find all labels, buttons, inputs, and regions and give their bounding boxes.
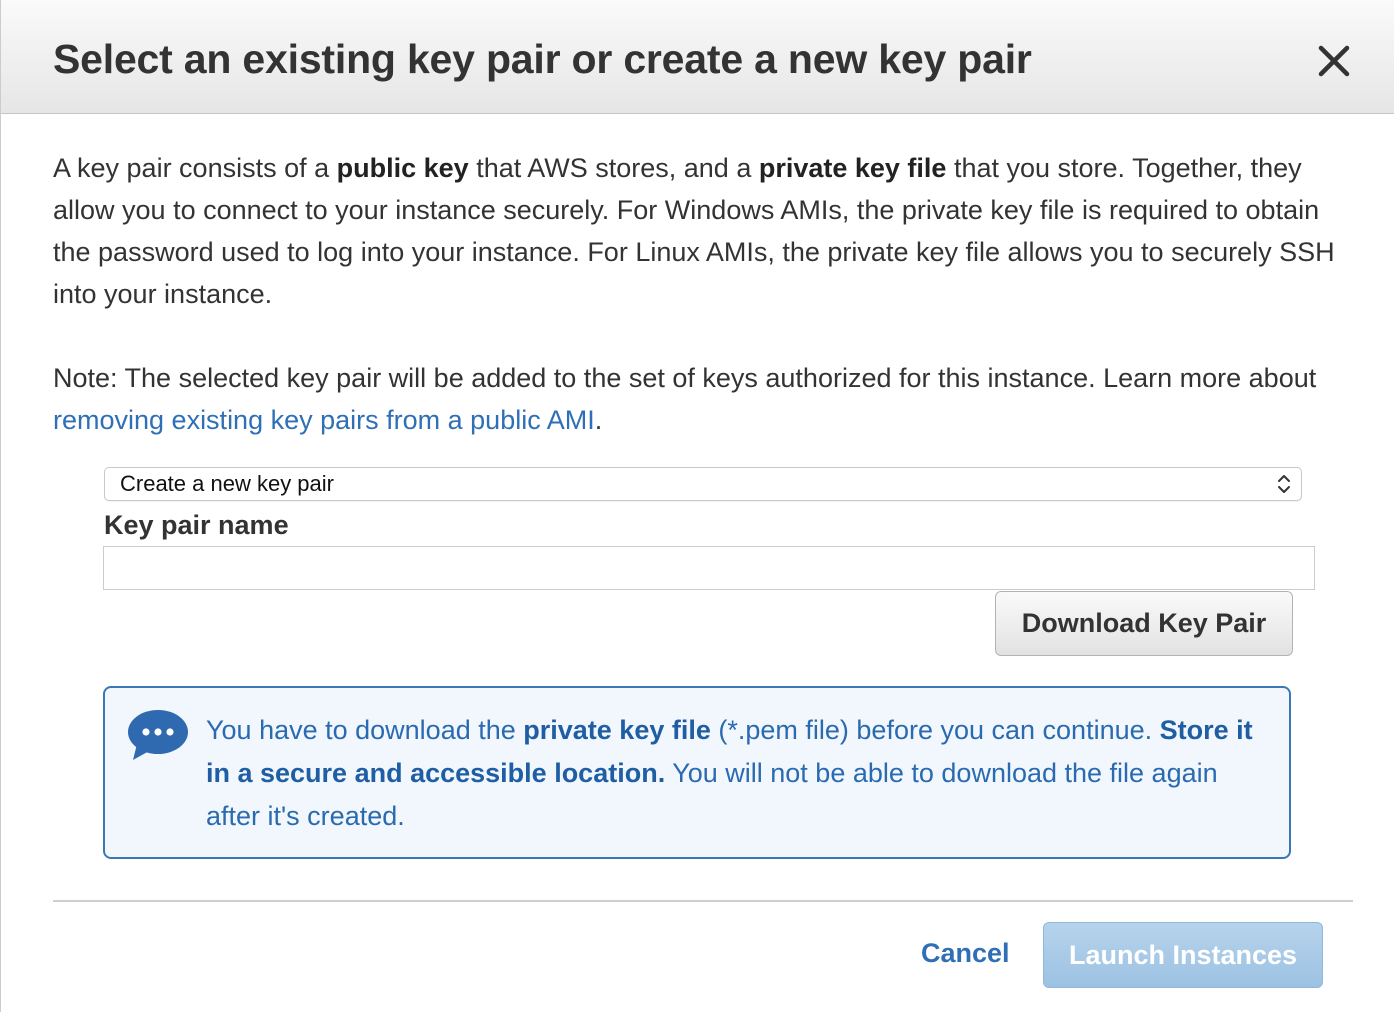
removing-key-pairs-link[interactable]: removing existing key pairs from a publi… — [53, 405, 595, 435]
key-pair-name-input[interactable] — [103, 546, 1315, 590]
note-paragraph: Note: The selected key pair will be adde… — [53, 357, 1363, 441]
info-text: (*.pem file) before you can continue. — [710, 715, 1160, 745]
note-text: Note: The selected key pair will be adde… — [53, 363, 1317, 393]
chat-bubble-icon — [128, 710, 188, 760]
key-pair-select[interactable]: Create a new key pair — [104, 467, 1302, 501]
info-message: You have to download the private key fil… — [206, 709, 1276, 838]
intro-text: A key pair consists of a — [53, 153, 337, 183]
key-pair-name-label: Key pair name — [104, 510, 289, 540]
launch-instances-button[interactable]: Launch Instances — [1043, 922, 1323, 988]
intro-paragraph: A key pair consists of a public key that… — [53, 147, 1363, 315]
footer-divider — [53, 900, 1353, 902]
download-key-pair-button[interactable]: Download Key Pair — [995, 591, 1293, 656]
note-end: . — [594, 405, 603, 435]
key-pair-select-value: Create a new key pair — [120, 471, 334, 496]
cancel-button[interactable]: Cancel — [921, 938, 1010, 969]
key-pair-dialog: Select an existing key pair or create a … — [0, 0, 1394, 1012]
close-icon — [1318, 45, 1350, 77]
info-alert: You have to download the private key fil… — [103, 686, 1291, 859]
intro-bold-private-key: private key file — [758, 153, 947, 183]
dialog-header: Select an existing key pair or create a … — [1, 0, 1394, 114]
intro-bold-public-key: public key — [336, 153, 469, 183]
intro-text: that AWS stores, and a — [468, 153, 759, 183]
dialog-title: Select an existing key pair or create a … — [53, 36, 1032, 82]
chevron-up-down-icon — [1278, 475, 1290, 493]
close-button[interactable] — [1311, 38, 1357, 84]
info-bold-private-key: private key file — [523, 715, 711, 745]
info-text: You have to download the — [206, 715, 524, 745]
